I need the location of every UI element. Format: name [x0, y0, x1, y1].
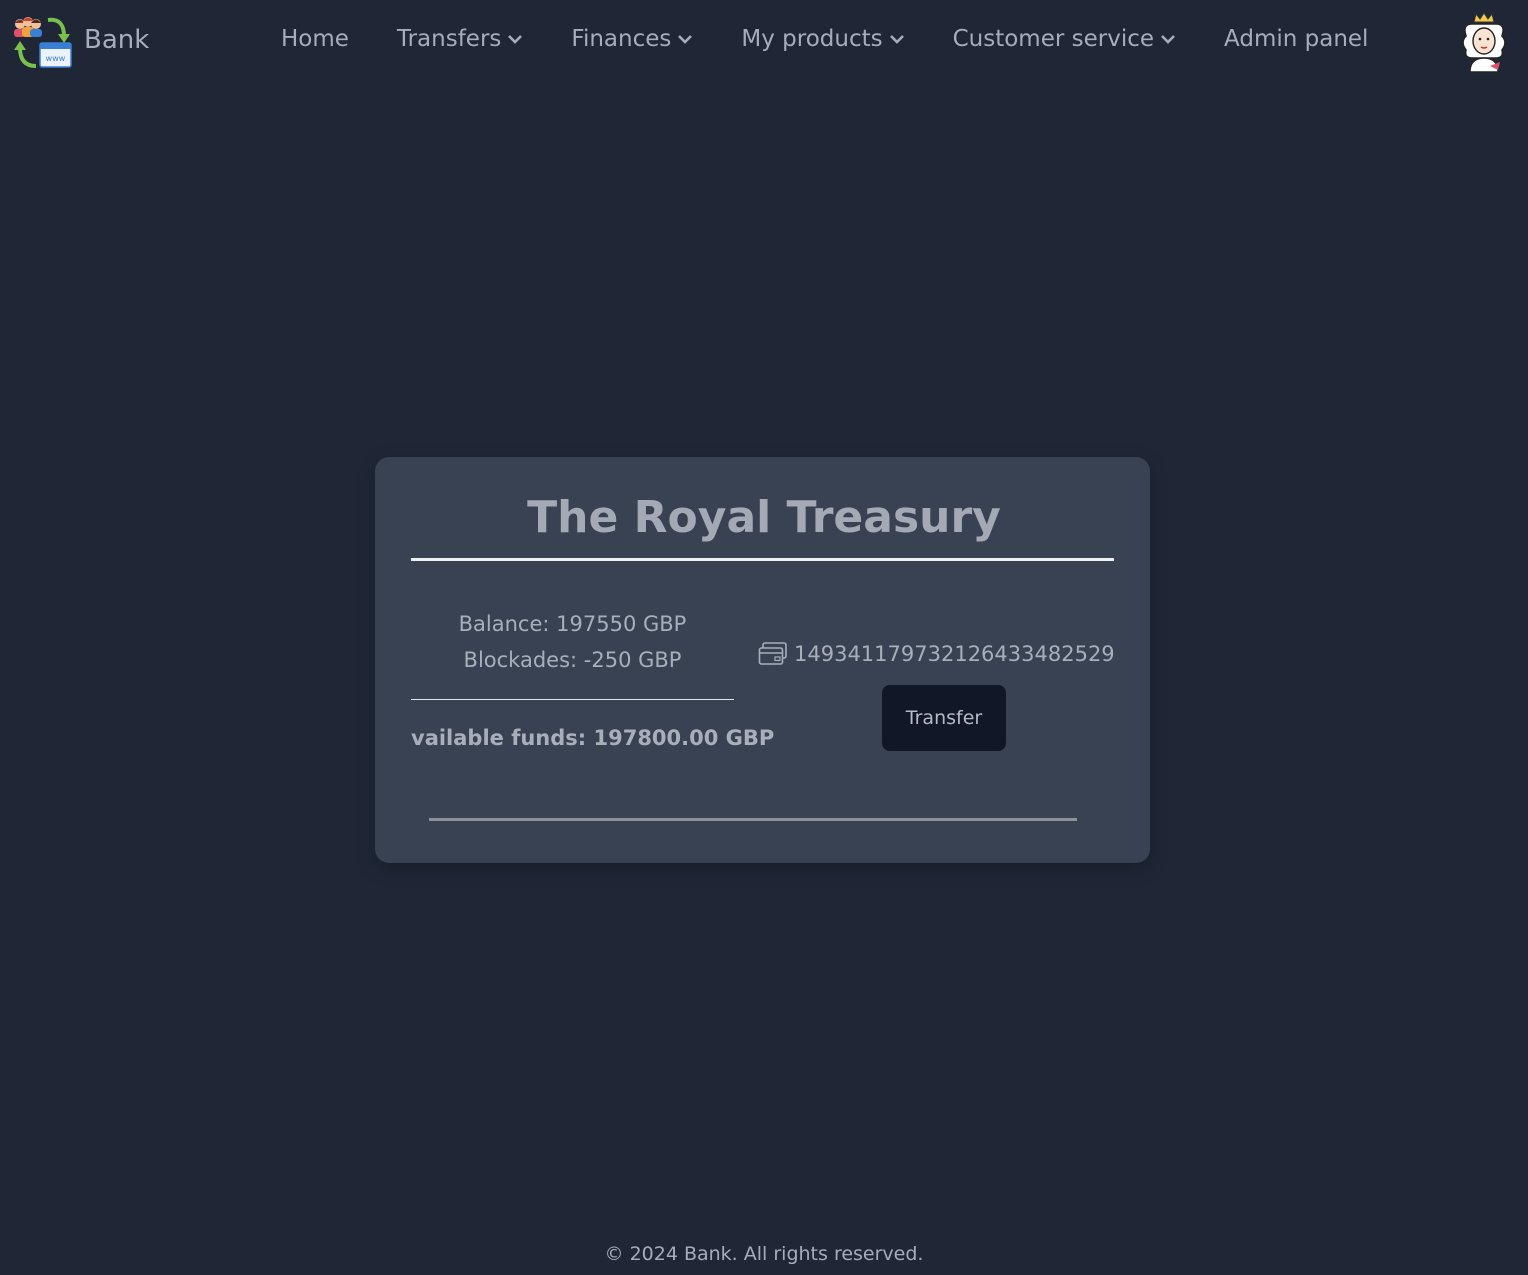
main-nav: Home Transfers Finances My products Cust… [281, 26, 1368, 52]
bank-logo-icon: www [14, 17, 72, 68]
account-number-text: 14934117973212643348252977 [794, 642, 1114, 666]
footer-copyright: © 2024 Bank. All rights reserved. [604, 1243, 924, 1265]
nav-item-finances[interactable]: Finances [571, 26, 693, 52]
credit-card-icon [758, 642, 787, 665]
brand[interactable]: www Bank [12, 14, 149, 70]
brand-name: Bank [84, 25, 150, 55]
nav-item-home[interactable]: Home [281, 26, 349, 52]
account-number: 14934117973212643348252977 [758, 641, 1114, 667]
transfer-button[interactable]: Transfer [882, 685, 1006, 751]
available-funds-text: vailable funds: 197800.00 GBP [411, 726, 775, 750]
nav-item-label: Finances [571, 26, 672, 52]
chevron-down-icon [889, 35, 904, 44]
nav-item-label: Transfers [396, 26, 502, 52]
balance-text: Balance: 197550 GBP [458, 612, 687, 636]
nav-item-my-products[interactable]: My products [741, 26, 904, 52]
chevron-down-icon [508, 35, 523, 44]
funds-divider [411, 699, 734, 700]
svg-text:www: www [46, 54, 66, 63]
chevron-down-icon [1161, 35, 1175, 44]
chevron-down-icon [678, 35, 693, 44]
nav-item-label: My products [741, 26, 883, 52]
account-title: The Royal Treasury [527, 492, 1001, 543]
blockades-text: Blockades: -250 GBP [463, 648, 682, 672]
user-avatar-icon[interactable] [1456, 12, 1512, 74]
nav-item-customer-service[interactable]: Customer service [953, 26, 1176, 52]
nav-item-admin-panel[interactable]: Admin panel [1224, 26, 1368, 52]
title-divider [411, 558, 1114, 561]
nav-item-transfers[interactable]: Transfers [397, 26, 523, 52]
nav-item-label: Admin panel [1224, 26, 1369, 52]
top-navbar: www Bank Home Transfers Finances My prod… [0, 0, 1528, 86]
nav-item-label: Customer service [952, 26, 1155, 52]
nav-item-label: Home [281, 26, 349, 52]
card-bottom-divider [429, 818, 1077, 821]
